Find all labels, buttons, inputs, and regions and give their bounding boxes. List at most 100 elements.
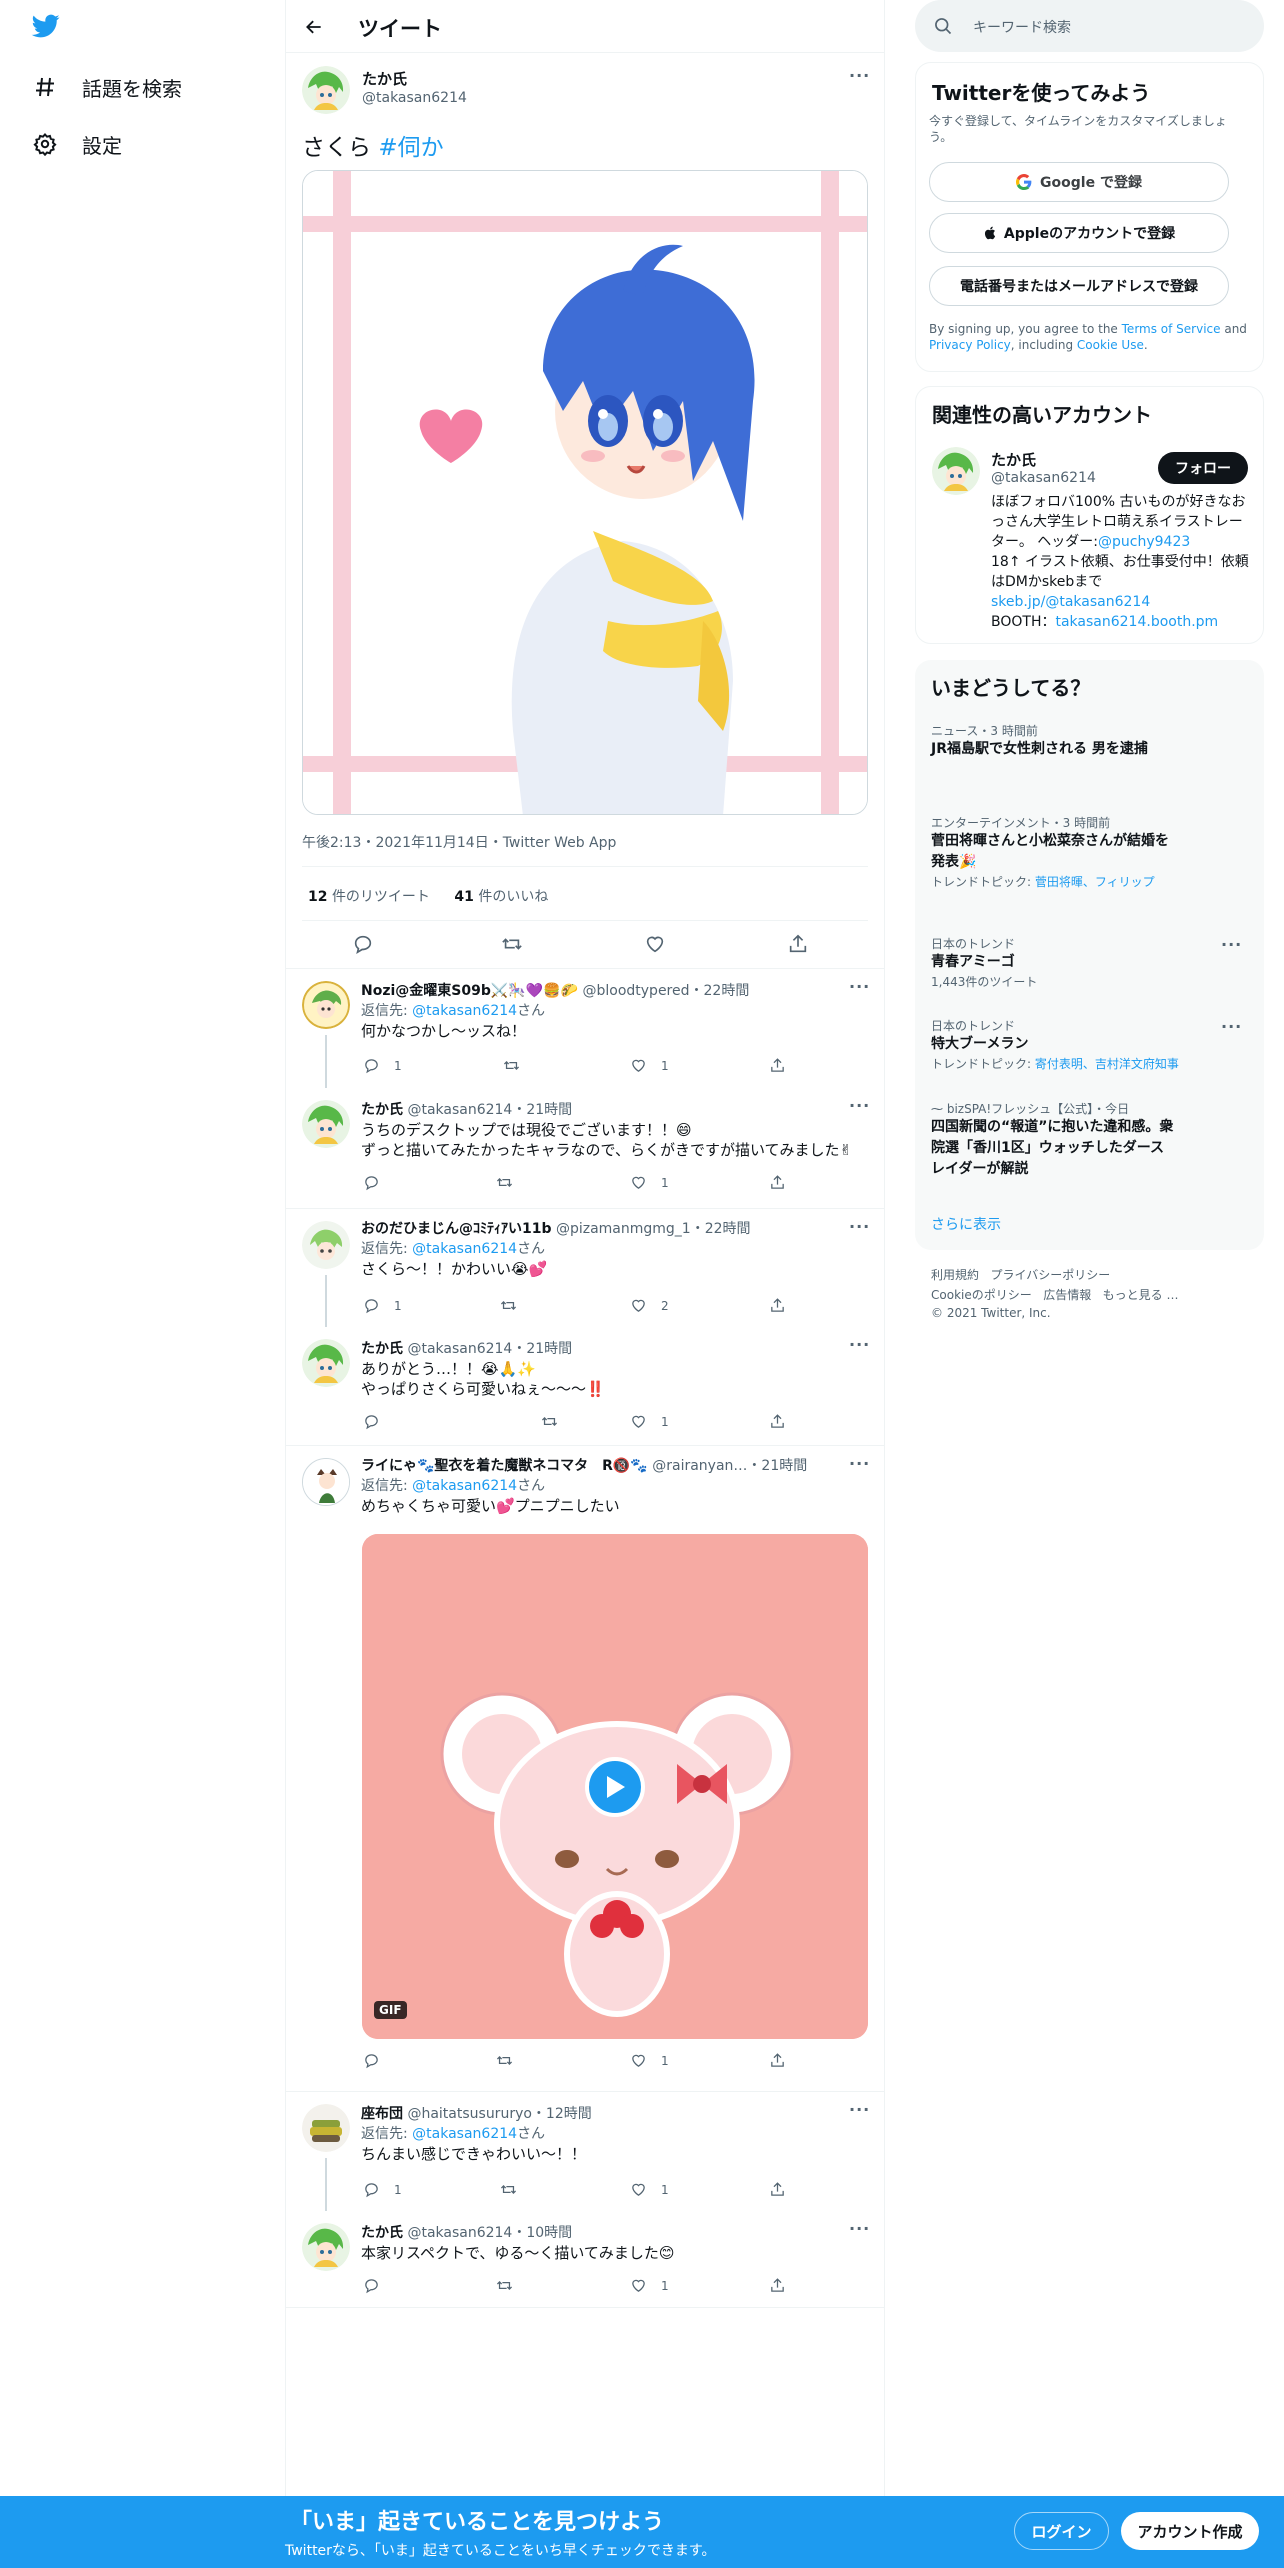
hashtag-link[interactable]: #伺か — [378, 135, 443, 161]
reply-author-name[interactable]: たか氏 — [361, 1102, 403, 1118]
reply-author-handle[interactable]: @takasan6214 — [407, 1102, 512, 1118]
more-options-icon[interactable]: ··· — [849, 66, 870, 85]
reply-time[interactable]: ・12時間 — [532, 2106, 592, 2122]
search-bar[interactable]: キーワード検索 — [915, 0, 1264, 52]
author-name[interactable]: たか氏 — [362, 68, 467, 89]
like-stat[interactable]: 41 件のいいね — [454, 889, 548, 905]
retweet-stat[interactable]: 12 件のリツイート — [308, 889, 430, 905]
login-button[interactable]: ログイン — [1014, 2512, 1109, 2550]
footer-link[interactable]: 利用規約 — [931, 1268, 979, 1282]
reply-author-name[interactable]: たか氏 — [361, 1341, 403, 1357]
bio-link[interactable]: skeb.jp/@takasan6214 — [991, 594, 1150, 610]
reply-tweet[interactable]: たか氏 @takasan6214・21時間 うちのデスクトップでは現役でございま… — [286, 1088, 884, 1208]
footer-link[interactable]: もっと見る … — [1103, 1288, 1179, 1302]
retweet-button[interactable] — [496, 2277, 527, 2294]
follow-button[interactable]: フォロー — [1158, 452, 1248, 484]
trend-topic-link[interactable]: 菅田将暉、フィリップ — [1035, 875, 1155, 889]
show-more-link[interactable]: さらに表示 — [931, 1214, 1001, 1234]
privacy-link[interactable]: Privacy Policy — [929, 338, 1011, 352]
author-handle[interactable]: @takasan6214 — [362, 90, 467, 106]
search-input[interactable]: キーワード検索 — [973, 17, 1071, 37]
reply-time[interactable]: ・21時間 — [512, 1102, 572, 1118]
reply-author-handle[interactable]: @rairanyan… — [652, 1458, 747, 1474]
related-avatar[interactable] — [932, 447, 980, 495]
nav-settings[interactable]: 設定 — [30, 124, 122, 164]
author-avatar[interactable] — [302, 66, 350, 114]
more-options-icon[interactable]: ··· — [1221, 1017, 1242, 1036]
more-options-icon[interactable]: ··· — [849, 2100, 870, 2119]
more-options-icon[interactable]: ··· — [849, 977, 870, 996]
footer-link[interactable]: Cookieのポリシー — [931, 1288, 1032, 1302]
back-button[interactable] — [300, 13, 328, 41]
retweet-button[interactable] — [496, 1174, 527, 1191]
more-options-icon[interactable]: ··· — [849, 2219, 870, 2238]
reply-to-handle[interactable]: @takasan6214 — [412, 1241, 517, 1257]
reply-author-name[interactable]: おのだひまじん@ｺﾐﾃｨｱい11b — [361, 1221, 552, 1237]
reply-button[interactable] — [352, 933, 388, 955]
retweet-button[interactable] — [500, 2181, 531, 2198]
terms-link[interactable]: Terms of Service — [1122, 322, 1221, 336]
trend-item[interactable]: ニュース・3 時間前 JR福島駅で女性刺される 男を逮捕 — [931, 722, 1248, 760]
reply-button[interactable]: 1 — [363, 1297, 402, 1314]
cookie-link[interactable]: Cookie Use — [1077, 338, 1144, 352]
apple-signup-button[interactable]: Appleのアカウントで登録 — [929, 213, 1229, 253]
nav-explore[interactable]: 話題を検索 — [30, 67, 182, 107]
reply-author-name[interactable]: たか氏 — [361, 2225, 403, 2241]
retweet-button[interactable] — [503, 1057, 534, 1074]
reply-author-name[interactable]: ライにゃ🐾聖衣を着た魔獣ネコマタ R🔞🐾 — [361, 1458, 648, 1474]
like-button[interactable]: 1 — [630, 2052, 669, 2069]
reply-tweet[interactable]: 座布団 @haitatsusururyo・12時間 返信先: @takasan6… — [286, 2092, 884, 2211]
reply-time[interactable]: ・22時間 — [691, 1221, 751, 1237]
trend-item[interactable]: ⁓ bizSPA!フレッシュ【公式】・今日 四国新聞の“報道”に抱いた違和感。衆… — [931, 1100, 1248, 1180]
reply-avatar[interactable] — [302, 1339, 350, 1387]
reply-author-name[interactable]: Nozi@金曜東S09b⚔️🎠💜🍔🌮 — [361, 983, 578, 999]
reply-to-handle[interactable]: @takasan6214 — [412, 2126, 517, 2142]
signup-button[interactable]: アカウント作成 — [1121, 2512, 1259, 2550]
reply-time[interactable]: ・21時間 — [512, 1341, 572, 1357]
related-name[interactable]: たか氏 — [991, 449, 1096, 470]
reply-button[interactable] — [363, 1413, 394, 1430]
gif-media[interactable]: GIF — [362, 1534, 868, 2039]
reply-author-handle[interactable]: @takasan6214 — [407, 1341, 512, 1357]
retweet-button[interactable] — [496, 2052, 527, 2069]
trend-item[interactable]: 日本のトレンド 青春アミーゴ 1,443件のツイート ··· — [931, 935, 1248, 990]
tweet-image[interactable] — [302, 170, 868, 815]
more-options-icon[interactable]: ··· — [849, 1217, 870, 1236]
reply-time[interactable]: ・21時間 — [747, 1458, 807, 1474]
bio-link[interactable]: takasan6214.booth.pm — [1055, 614, 1218, 630]
share-button[interactable] — [769, 1413, 800, 1430]
footer-link[interactable]: 広告情報 — [1043, 1288, 1091, 1302]
reply-avatar[interactable] — [302, 2223, 350, 2271]
reply-tweet[interactable]: おのだひまじん@ｺﾐﾃｨｱい11b @pizamanmgmg_1・22時間 返信… — [286, 1209, 884, 1327]
trend-item[interactable]: エンターテインメント・3 時間前 菅田将暉さんと小松菜奈さんが結婚を発表🎉 トレ… — [931, 814, 1248, 890]
bio-link[interactable]: @puchy9423 — [1098, 534, 1190, 550]
twitter-logo-icon[interactable] — [30, 12, 66, 44]
footer-link[interactable]: プライバシーポリシー — [990, 1268, 1110, 1282]
retweet-button[interactable] — [500, 1297, 531, 1314]
google-signup-button[interactable]: Google で登録 — [929, 162, 1229, 202]
reply-time[interactable]: ・22時間 — [690, 983, 750, 999]
reply-avatar[interactable] — [302, 1100, 350, 1148]
trend-topic-link[interactable]: 寄付表明、吉村洋文府知事 — [1035, 1057, 1179, 1071]
related-handle[interactable]: @takasan6214 — [991, 470, 1096, 486]
reply-avatar[interactable] — [302, 981, 350, 1029]
reply-avatar[interactable] — [302, 2104, 350, 2152]
share-button[interactable] — [769, 2277, 800, 2294]
retweet-button[interactable] — [541, 1413, 572, 1430]
reply-button[interactable] — [363, 2052, 394, 2069]
reply-tweet[interactable]: ライにゃ🐾聖衣を着た魔獣ネコマタ R🔞🐾 @rairanyan…・21時間 返信… — [286, 1446, 884, 2091]
share-button[interactable] — [769, 1174, 800, 1191]
more-options-icon[interactable]: ··· — [849, 1096, 870, 1115]
share-button[interactable] — [769, 2052, 800, 2069]
phone-email-signup-button[interactable]: 電話番号またはメールアドレスで登録 — [929, 266, 1229, 306]
reply-to-handle[interactable]: @takasan6214 — [412, 1478, 517, 1494]
reply-author-handle[interactable]: @bloodtypered — [582, 983, 689, 999]
reply-author-handle[interactable]: @haitatsusururyo — [407, 2106, 531, 2122]
reply-time[interactable]: ・10時間 — [512, 2225, 572, 2241]
reply-tweet[interactable]: たか氏 @takasan6214・10時間 本家リスペクトで、ゆる～く描いてみま… — [286, 2211, 884, 2307]
trend-item[interactable]: 日本のトレンド 特大ブーメラン トレンドトピック: 寄付表明、吉村洋文府知事 ·… — [931, 1017, 1248, 1072]
like-button[interactable]: 1 — [630, 1057, 669, 1074]
reply-tweet[interactable]: たか氏 @takasan6214・21時間 ありがとう…！！😭🙏✨ やっぱりさく… — [286, 1327, 884, 1445]
reply-author-handle[interactable]: @pizamanmgmg_1 — [556, 1221, 691, 1237]
like-button[interactable]: 2 — [630, 1297, 669, 1314]
